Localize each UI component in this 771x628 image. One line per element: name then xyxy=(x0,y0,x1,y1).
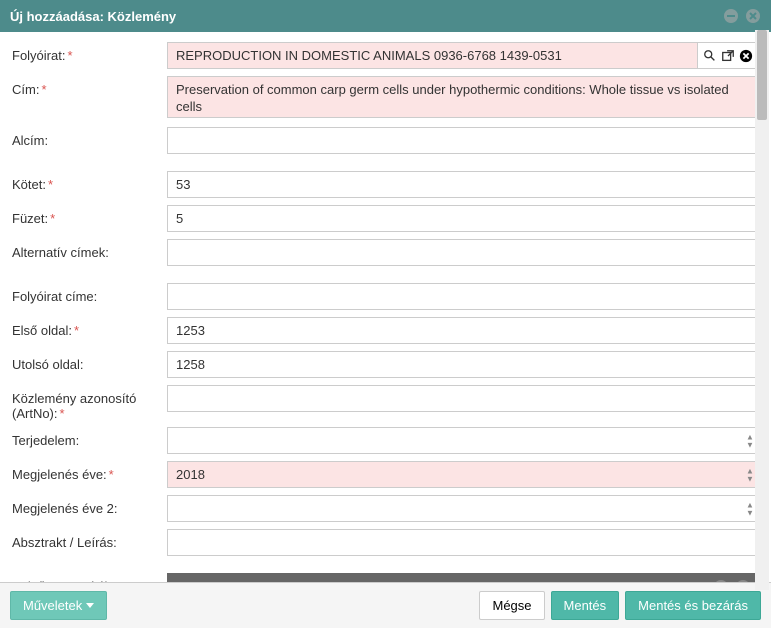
cancel-button[interactable]: Mégse xyxy=(479,591,544,620)
input-folyoirat-cime[interactable] xyxy=(167,283,759,310)
save-button[interactable]: Mentés xyxy=(551,591,620,620)
close-icon[interactable] xyxy=(745,8,761,24)
clear-icon[interactable] xyxy=(738,48,754,64)
input-kotet[interactable] xyxy=(167,171,759,198)
input-megjelenes-eve2[interactable] xyxy=(167,495,759,522)
dialog-content: Folyóirat:* Cím:* Alcím: Kötet:* xyxy=(0,32,771,582)
input-megjelenes-eve[interactable] xyxy=(167,461,759,488)
scrollbar[interactable] xyxy=(755,30,769,590)
label-elso-oldal: Első oldal:* xyxy=(12,317,167,338)
input-elso-oldal[interactable] xyxy=(167,317,759,344)
input-terjedelem[interactable] xyxy=(167,427,759,454)
spinner-down-icon[interactable]: ▼ xyxy=(745,509,755,516)
label-alt-cimek: Alternatív címek: xyxy=(12,239,167,260)
muveletek-button[interactable]: Műveletek xyxy=(10,591,107,620)
dialog-titlebar: Új hozzáadása: Közlemény xyxy=(0,0,771,32)
input-folyoirat[interactable] xyxy=(167,42,698,69)
label-kotet: Kötet:* xyxy=(12,171,167,192)
spinner-up-icon[interactable]: ▲ xyxy=(745,433,755,440)
dialog-footer: Műveletek Mégse Mentés Mentés és bezárás xyxy=(0,582,771,628)
spinner-up-icon[interactable]: ▲ xyxy=(745,501,755,508)
label-folyoirat-cime: Folyóirat címe: xyxy=(12,283,167,304)
label-megjelenes-eve: Megjelenés éve:* xyxy=(12,461,167,482)
minimize-icon[interactable] xyxy=(723,8,739,24)
caret-down-icon xyxy=(86,603,94,608)
label-kulso-azon: Külső azonosítók: xyxy=(12,573,167,582)
input-alt-cimek[interactable] xyxy=(167,239,759,266)
scrollbar-thumb[interactable] xyxy=(757,30,767,120)
subpanel-title: Külső azonosító xyxy=(175,580,275,583)
spinner-down-icon[interactable]: ▼ xyxy=(745,441,755,448)
label-absztrakt: Absztrakt / Leírás: xyxy=(12,529,167,550)
label-alcim: Alcím: xyxy=(12,127,167,148)
input-cim[interactable] xyxy=(167,76,759,118)
add-icon[interactable] xyxy=(713,579,729,582)
label-artno: Közlemény azonosító (ArtNo):* xyxy=(12,385,167,421)
save-close-button[interactable]: Mentés és bezárás xyxy=(625,591,761,620)
label-terjedelem: Terjedelem: xyxy=(12,427,167,448)
search-icon[interactable] xyxy=(702,48,718,64)
popout-icon[interactable] xyxy=(720,48,736,64)
label-folyoirat: Folyóirat:* xyxy=(12,42,167,63)
spinner-down-icon[interactable]: ▼ xyxy=(745,475,755,482)
input-alcim[interactable] xyxy=(167,127,759,154)
remove-icon[interactable] xyxy=(735,579,751,582)
input-absztrakt[interactable] xyxy=(167,529,759,556)
label-fuzet: Füzet:* xyxy=(12,205,167,226)
folyoirat-icons xyxy=(698,42,759,69)
dialog-window: Új hozzáadása: Közlemény Folyóirat:* xyxy=(0,0,771,628)
subpanel-header: Külső azonosító xyxy=(167,573,759,582)
label-utolso-oldal: Utolsó oldal: xyxy=(12,351,167,372)
titlebar-actions xyxy=(723,8,761,24)
input-fuzet[interactable] xyxy=(167,205,759,232)
input-artno[interactable] xyxy=(167,385,759,412)
dialog-title: Új hozzáadása: Közlemény xyxy=(10,9,176,24)
label-cim: Cím:* xyxy=(12,76,167,97)
label-megjelenes-eve2: Megjelenés éve 2: xyxy=(12,495,167,516)
spinner-up-icon[interactable]: ▲ xyxy=(745,467,755,474)
input-utolso-oldal[interactable] xyxy=(167,351,759,378)
